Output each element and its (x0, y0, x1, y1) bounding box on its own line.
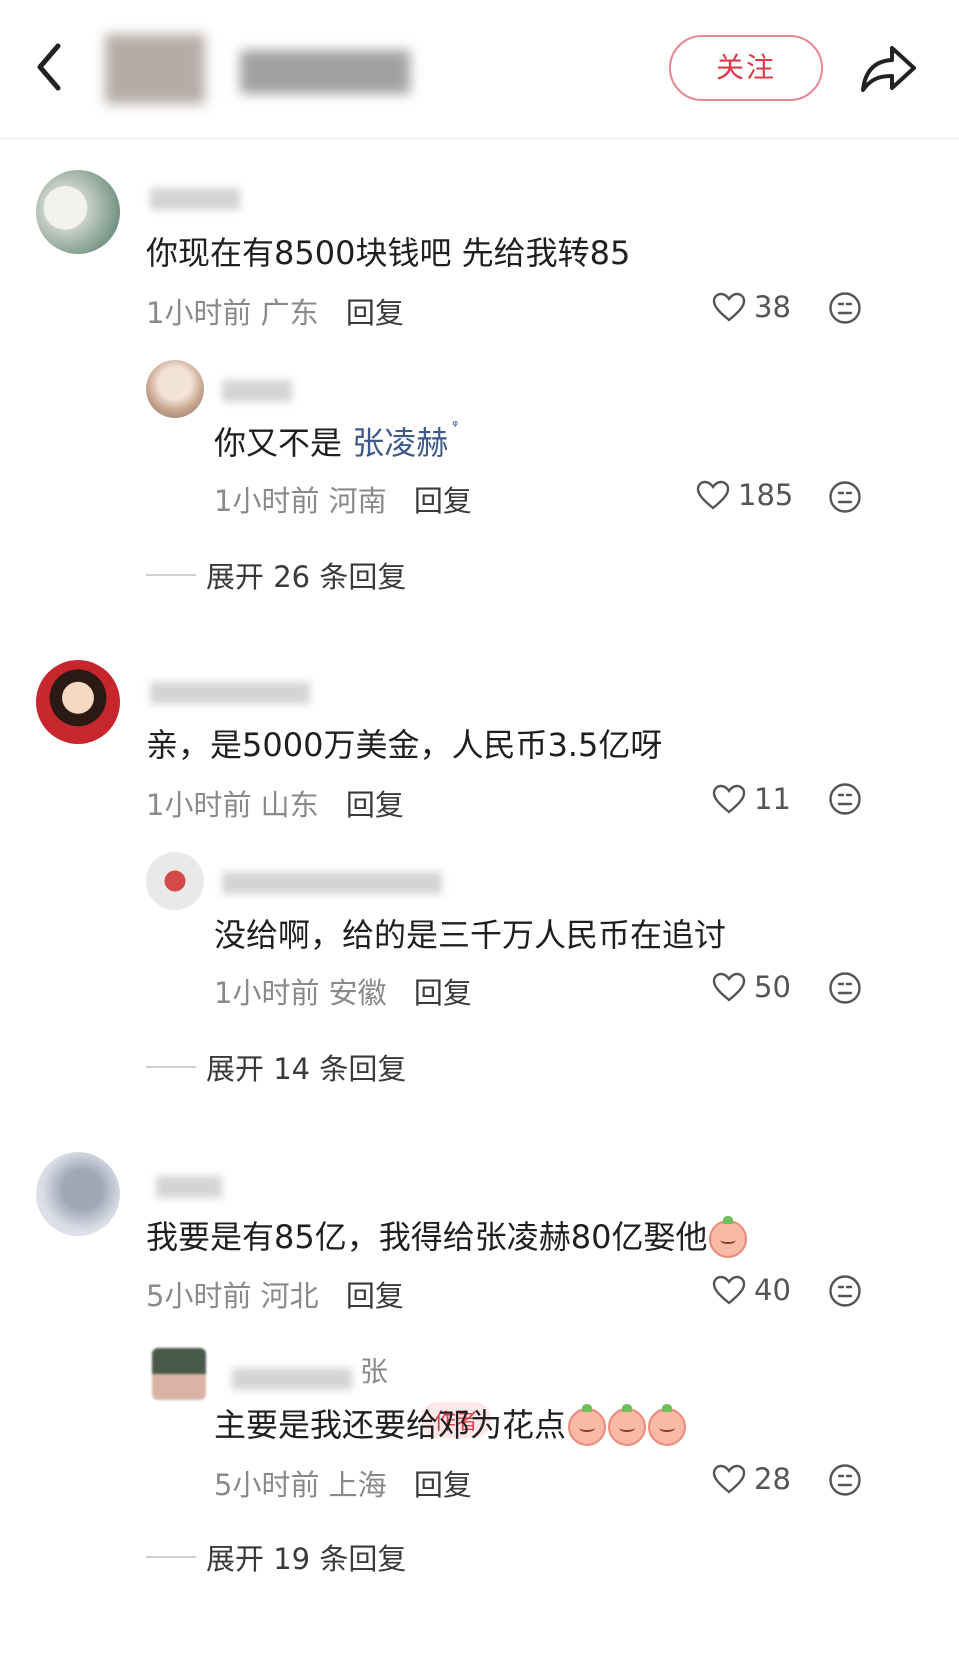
comment-location: 山东 (260, 788, 319, 822)
reply-meta: 1小时前 河南 回复 (214, 478, 472, 520)
comment-avatar[interactable] (36, 660, 120, 744)
reply-time: 1小时前 (214, 976, 320, 1010)
reply-time: 5小时前 (214, 1468, 320, 1502)
comment-meta: 1小时前 广东 回复 (146, 290, 404, 332)
topic-link[interactable]: 张凌赫 (352, 424, 448, 462)
reply-location: 上海 (328, 1468, 387, 1502)
heart-icon (712, 1464, 746, 1494)
search-icon: ᵠ (452, 418, 459, 434)
like-button[interactable]: 50 (712, 970, 791, 1004)
comment-time: 1小时前 (146, 788, 252, 822)
back-arrow-icon[interactable] (30, 40, 70, 94)
reply-avatar[interactable] (152, 1348, 206, 1400)
like-count: 40 (754, 1273, 791, 1307)
more-options-icon[interactable] (828, 291, 862, 325)
reply-username[interactable] (222, 872, 442, 894)
top-bar: 关注 (0, 0, 959, 139)
comment-time: 5小时前 (146, 1279, 252, 1313)
peach-emoji-icon (568, 1404, 607, 1446)
reply-button[interactable]: 回复 (346, 788, 404, 822)
comment-username[interactable] (150, 188, 240, 210)
heart-icon (712, 784, 746, 814)
like-button[interactable]: 40 (712, 1273, 791, 1307)
reply-location: 河南 (328, 484, 387, 518)
share-icon[interactable] (858, 40, 920, 96)
like-button[interactable]: 185 (696, 478, 793, 512)
comment-text: 亲，是5000万美金，人民币3.5亿呀 (146, 726, 663, 764)
reply-username[interactable] (222, 380, 292, 402)
comment-avatar[interactable] (36, 170, 120, 254)
expand-replies-button[interactable]: 展开 14 条回复 (146, 1046, 406, 1088)
comment-avatar[interactable] (36, 1152, 120, 1236)
comment-location: 广东 (260, 296, 319, 330)
reply-button[interactable]: 回复 (414, 484, 472, 518)
expand-replies-button[interactable]: 展开 26 条回复 (146, 554, 406, 596)
comment-time: 1小时前 (146, 296, 252, 330)
comment-username[interactable] (150, 682, 310, 704)
heart-icon (696, 480, 730, 510)
like-button[interactable]: 28 (712, 1462, 791, 1496)
more-options-icon[interactable] (828, 971, 862, 1005)
expand-replies-label: 展开 19 条回复 (206, 1542, 407, 1576)
comment-meta: 1小时前 山东 回复 (146, 782, 404, 824)
comment-text: 我要是有85亿，我得给张凌赫80亿娶他 (146, 1212, 748, 1258)
like-button[interactable]: 38 (712, 290, 791, 324)
reply-text-content: 主要是我还要给邓为花点 (214, 1406, 567, 1444)
reply-button[interactable]: 回复 (414, 1468, 472, 1502)
reply-username-suffix: 张 (360, 1355, 389, 1388)
reply-avatar[interactable] (146, 360, 204, 418)
reply-meta: 1小时前 安徽 回复 (214, 970, 472, 1012)
more-options-icon[interactable] (828, 1463, 862, 1497)
like-count: 38 (754, 290, 791, 324)
comment-location: 河北 (260, 1279, 319, 1313)
reply-text-prefix: 你又不是 (214, 424, 353, 462)
heart-icon (712, 292, 746, 322)
divider (146, 1066, 196, 1068)
like-count: 185 (738, 478, 794, 512)
follow-button[interactable]: 关注 (669, 35, 823, 101)
comment-text-content: 我要是有85亿，我得给张凌赫80亿娶他 (146, 1218, 708, 1256)
peach-emoji-icon (709, 1216, 748, 1258)
like-count: 28 (754, 1462, 791, 1496)
reply-meta: 5小时前 上海 回复 (214, 1462, 472, 1504)
divider (146, 574, 196, 576)
like-count: 11 (754, 782, 791, 816)
reply-text: 你又不是 张凌赫 ᵠ (214, 418, 458, 464)
more-options-icon[interactable] (828, 480, 862, 514)
like-button[interactable]: 11 (712, 782, 791, 816)
divider (146, 1556, 196, 1558)
reply-button[interactable]: 回复 (346, 1279, 404, 1313)
comment-username[interactable] (156, 1176, 222, 1198)
reply-username[interactable] (232, 1368, 352, 1390)
more-options-icon[interactable] (828, 782, 862, 816)
expand-replies-button[interactable]: 展开 19 条回复 (146, 1536, 406, 1578)
username (240, 50, 410, 94)
heart-icon (712, 1275, 746, 1305)
comment-meta: 5小时前 河北 回复 (146, 1273, 404, 1315)
reply-time: 1小时前 (214, 484, 320, 518)
reply-avatar[interactable] (146, 852, 204, 910)
expand-replies-label: 展开 26 条回复 (206, 560, 407, 594)
reply-text: 没给啊，给的是三千万人民币在追讨 (214, 916, 727, 954)
reply-button[interactable]: 回复 (414, 976, 472, 1010)
comment-text: 你现在有8500块钱吧 先给我转85 (146, 234, 631, 272)
more-options-icon[interactable] (828, 1274, 862, 1308)
reply-button[interactable]: 回复 (346, 296, 404, 330)
expand-replies-label: 展开 14 条回复 (206, 1052, 407, 1086)
like-count: 50 (754, 970, 791, 1004)
peach-emoji-icon (608, 1404, 647, 1446)
peach-emoji-icon (648, 1404, 687, 1446)
avatar[interactable] (105, 34, 205, 104)
reply-text: 主要是我还要给邓为花点 (214, 1400, 687, 1446)
heart-icon (712, 972, 746, 1002)
reply-location: 安徽 (328, 976, 387, 1010)
